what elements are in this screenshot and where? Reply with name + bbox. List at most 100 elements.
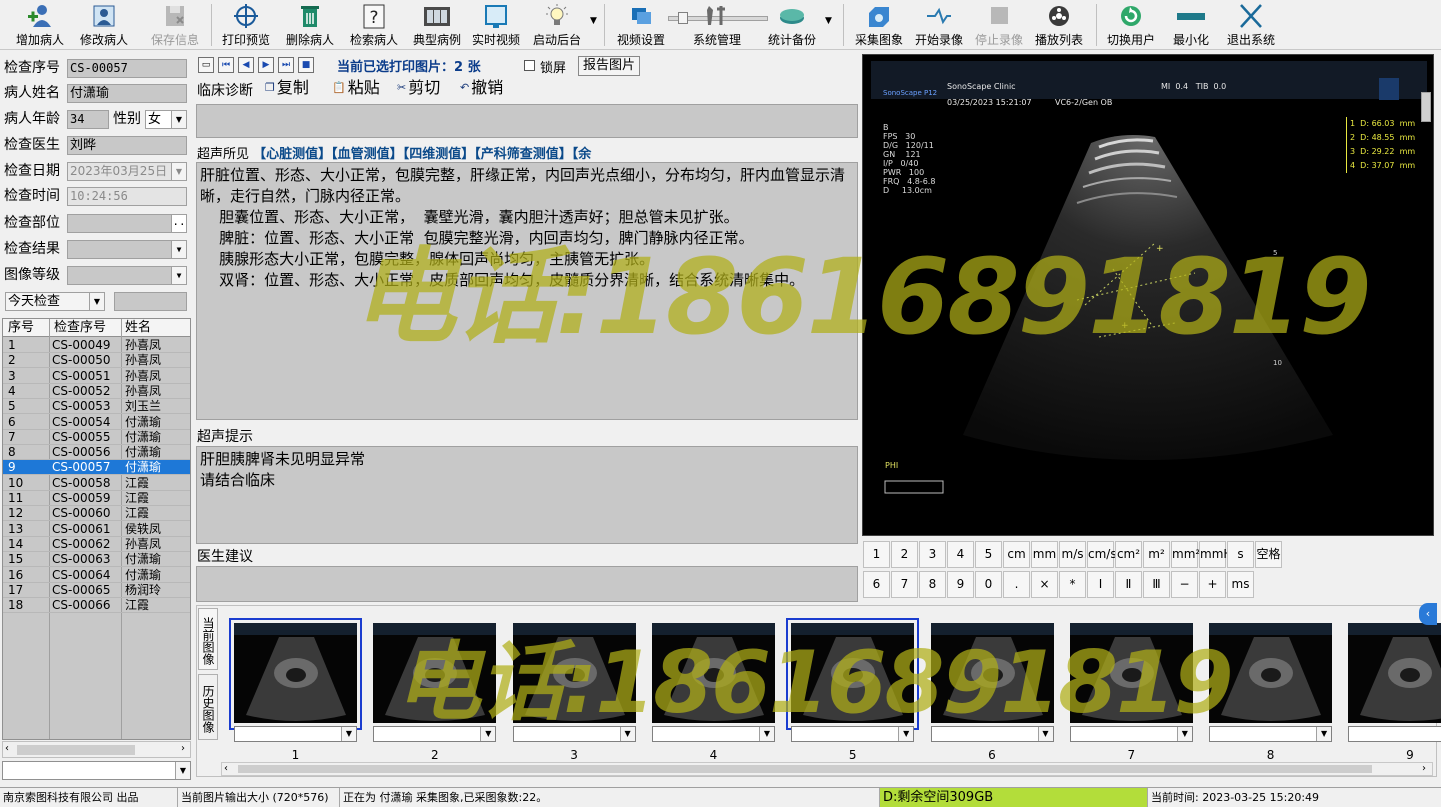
- thumbnail[interactable]: ▼: [926, 618, 1059, 742]
- col-index-header[interactable]: 序号: [8, 319, 34, 337]
- thumbnail[interactable]: ▼: [647, 618, 780, 742]
- chevron-down-icon[interactable]: ▼: [1316, 727, 1332, 741]
- layout-icon[interactable]: ▭: [198, 57, 214, 73]
- thumbnail-image[interactable]: [234, 623, 357, 723]
- thumbnail-image[interactable]: [1209, 623, 1333, 723]
- lock-screen-checkbox[interactable]: [524, 60, 535, 71]
- thumbnail-select[interactable]: ▼: [1069, 726, 1193, 742]
- chevron-down-icon[interactable]: ▼: [341, 727, 356, 741]
- image-vscrollbar[interactable]: [1421, 92, 1431, 122]
- chevron-down-icon[interactable]: ▼: [171, 241, 186, 258]
- keypad-key[interactable]: 6: [863, 571, 890, 598]
- thumbnail[interactable]: ▼: [1065, 618, 1198, 742]
- thumbnail-image[interactable]: [1348, 623, 1441, 723]
- keypad-key[interactable]: m/s: [1059, 541, 1086, 568]
- measurement-link[interactable]: 【余: [572, 147, 592, 162]
- thumbnail[interactable]: ▼: [368, 618, 501, 742]
- measurement-link[interactable]: 【四维测值】: [403, 147, 475, 162]
- stop-recording-button[interactable]: 停止录像: [969, 2, 1029, 48]
- chevron-down-icon[interactable]: ▼: [89, 293, 104, 310]
- start-recording-button[interactable]: 开始录像: [909, 2, 969, 48]
- bottom-select[interactable]: ▼: [2, 761, 191, 780]
- keypad-key[interactable]: +: [1199, 571, 1226, 598]
- scroll-left-icon[interactable]: ‹: [224, 763, 228, 774]
- measurement-link[interactable]: 【心脏测值】: [253, 147, 331, 162]
- first-page-icon[interactable]: ⏮: [218, 57, 234, 73]
- thumbnail-image[interactable]: [1069, 623, 1193, 723]
- keypad-key[interactable]: 4: [947, 541, 974, 568]
- thumbnail-select[interactable]: ▼: [791, 726, 915, 742]
- advice-textarea[interactable]: [196, 566, 858, 602]
- thumbnail[interactable]: ▼: [1343, 618, 1441, 742]
- thumbnail-select[interactable]: ▼: [1348, 726, 1441, 742]
- table-row[interactable]: 5 CS-00053 刘玉兰: [3, 399, 190, 415]
- exam-date-picker[interactable]: 2023年03月25日 ▼: [67, 162, 187, 181]
- keypad-key[interactable]: cm: [1003, 541, 1030, 568]
- minimize-button[interactable]: 最小化: [1161, 2, 1221, 48]
- exam-no-field[interactable]: CS-00057: [67, 59, 187, 78]
- print-preview-button[interactable]: 打印预览: [216, 2, 276, 48]
- copy-button[interactable]: ❐ 复制: [265, 79, 309, 97]
- scroll-thumb[interactable]: [17, 745, 135, 755]
- thumbnail[interactable]: ▼: [786, 618, 920, 742]
- keypad-key[interactable]: *: [1059, 571, 1086, 598]
- table-row[interactable]: 13 CS-00061 侯轶凤: [3, 522, 190, 537]
- keypad-key[interactable]: 1: [863, 541, 890, 568]
- table-row[interactable]: 16 CS-00064 付潇瑜: [3, 568, 190, 583]
- hint-textarea[interactable]: 肝胆胰脾肾未见明显异常 请结合临床: [196, 446, 858, 544]
- col-exam-header[interactable]: 检查序号: [54, 319, 106, 337]
- keypad-key[interactable]: .: [1003, 571, 1030, 598]
- chevron-down-icon[interactable]: ▼: [171, 267, 186, 284]
- chevron-down-icon[interactable]: ▼: [758, 727, 774, 741]
- keypad-key[interactable]: ms: [1227, 571, 1254, 598]
- thumbnail[interactable]: ▼: [229, 618, 362, 742]
- keypad-key[interactable]: s: [1227, 541, 1254, 568]
- thumbnail-select[interactable]: ▼: [930, 726, 1054, 742]
- exam-time-field[interactable]: 10:24:56: [67, 187, 187, 206]
- table-row[interactable]: 3 CS-00051 孙喜凤: [3, 369, 190, 384]
- exit-system-button[interactable]: 退出系统: [1221, 2, 1281, 48]
- switch-user-button[interactable]: 切换用户: [1101, 2, 1161, 48]
- next-page-icon[interactable]: ▶: [258, 57, 274, 73]
- tab-history-images[interactable]: 历史图像: [198, 674, 218, 740]
- start-backend-button[interactable]: 启动后台: [527, 2, 587, 48]
- table-row[interactable]: 15 CS-00063 付潇瑜: [3, 552, 190, 568]
- keypad-key[interactable]: cm²: [1115, 541, 1142, 568]
- thumbnail-select[interactable]: ▼: [1209, 726, 1333, 742]
- keypad-key[interactable]: Ⅲ: [1143, 571, 1170, 598]
- chevron-down-icon[interactable]: ▼: [1037, 727, 1053, 741]
- last-page-icon[interactable]: ⏭: [278, 57, 294, 73]
- scroll-right-icon[interactable]: ›: [1422, 763, 1426, 774]
- side-collapse-icon[interactable]: ‹: [1419, 603, 1437, 625]
- keypad-key[interactable]: ×: [1031, 571, 1058, 598]
- edit-patient-button[interactable]: 修改病人: [74, 2, 134, 48]
- keypad-key[interactable]: 9: [947, 571, 974, 598]
- table-row[interactable]: 18 CS-00066 江霞: [3, 598, 190, 614]
- report-image-button[interactable]: 报告图片: [578, 56, 641, 76]
- chevron-down-icon[interactable]: ▼: [175, 762, 190, 779]
- thumbnail-image[interactable]: [930, 623, 1054, 723]
- keypad-key[interactable]: Ⅱ: [1115, 571, 1142, 598]
- chevron-down-icon[interactable]: ▼: [480, 727, 496, 741]
- image-grade-select[interactable]: ▼: [67, 266, 187, 285]
- filter-search-input[interactable]: [114, 292, 187, 311]
- table-row[interactable]: 1 CS-00049 孙喜凤: [3, 338, 190, 353]
- stats-backup-button[interactable]: 统计备份: [762, 2, 822, 48]
- save-info-button[interactable]: 保存信息: [145, 2, 205, 48]
- chevron-down-icon[interactable]: ▼: [619, 727, 635, 741]
- thumbnail-image[interactable]: [791, 623, 915, 723]
- chevron-down-icon[interactable]: ▼: [171, 163, 186, 180]
- keypad-key[interactable]: 5: [975, 541, 1002, 568]
- undo-button[interactable]: ↶ 撤销: [460, 79, 503, 97]
- col-name-header[interactable]: 姓名: [125, 319, 151, 337]
- thumbnail-image[interactable]: [512, 623, 636, 723]
- findings-textarea[interactable]: 肝脏位置、形态、大小正常，包膜完整，肝缘正常，内回声光点细小，分布均匀，肝内血管…: [196, 162, 858, 420]
- keypad-key[interactable]: 8: [919, 571, 946, 598]
- clinical-diagnosis-input[interactable]: [196, 104, 858, 138]
- system-management-button[interactable]: 系统管理: [686, 2, 748, 48]
- thumbnail[interactable]: ▼: [1204, 618, 1337, 742]
- keypad-key[interactable]: 2: [891, 541, 918, 568]
- table-row[interactable]: 4 CS-00052 孙喜凤: [3, 384, 190, 399]
- thumbnail-select[interactable]: ▼: [651, 726, 775, 742]
- delete-patient-button[interactable]: 删除病人: [280, 2, 340, 48]
